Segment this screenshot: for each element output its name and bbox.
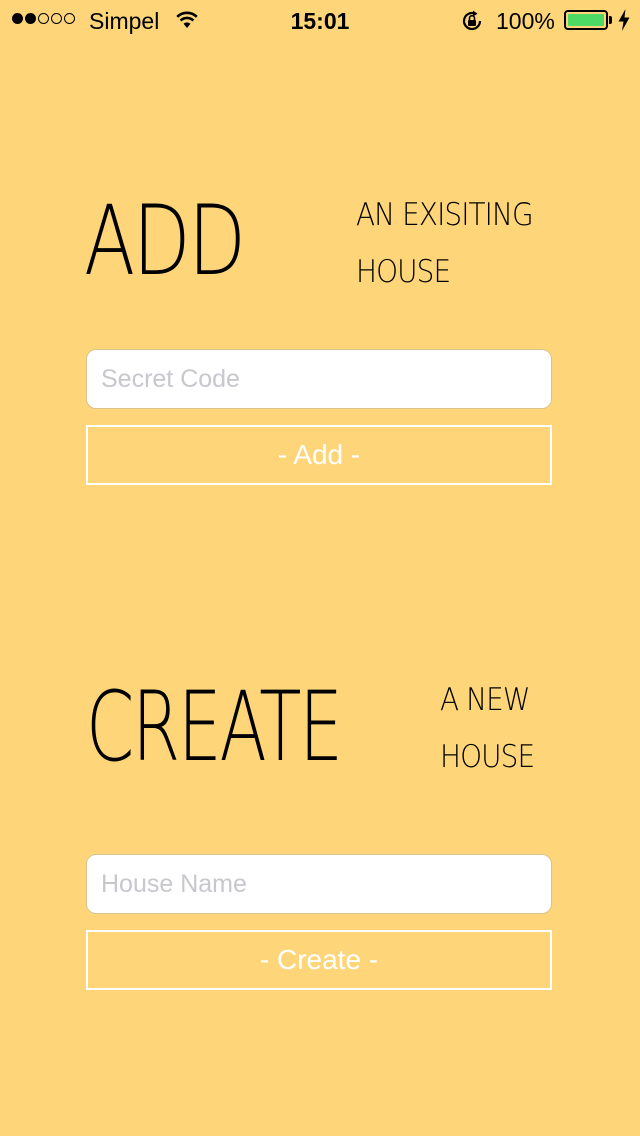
create-subheading-line2: HOUSE (440, 739, 535, 775)
add-heading: ADD (84, 185, 246, 297)
battery-cap (609, 16, 612, 24)
charging-bolt-icon (618, 9, 630, 36)
add-subheading-line2: HOUSE (356, 254, 451, 290)
status-bar: Simpel 15:01 100% (0, 0, 640, 40)
battery-icon (564, 10, 608, 30)
add-button[interactable]: - Add - (86, 425, 552, 485)
secret-code-input[interactable] (86, 349, 552, 409)
rotation-lock-icon (460, 9, 484, 38)
house-name-input[interactable] (86, 854, 552, 914)
battery-fill (568, 14, 604, 26)
add-subheading-line1: AN EXISITING (356, 197, 534, 233)
create-subheading-line1: A NEW (440, 682, 530, 718)
battery-percentage: 100% (496, 8, 555, 34)
create-button[interactable]: - Create - (86, 930, 552, 990)
create-heading: CREATE (86, 671, 343, 783)
